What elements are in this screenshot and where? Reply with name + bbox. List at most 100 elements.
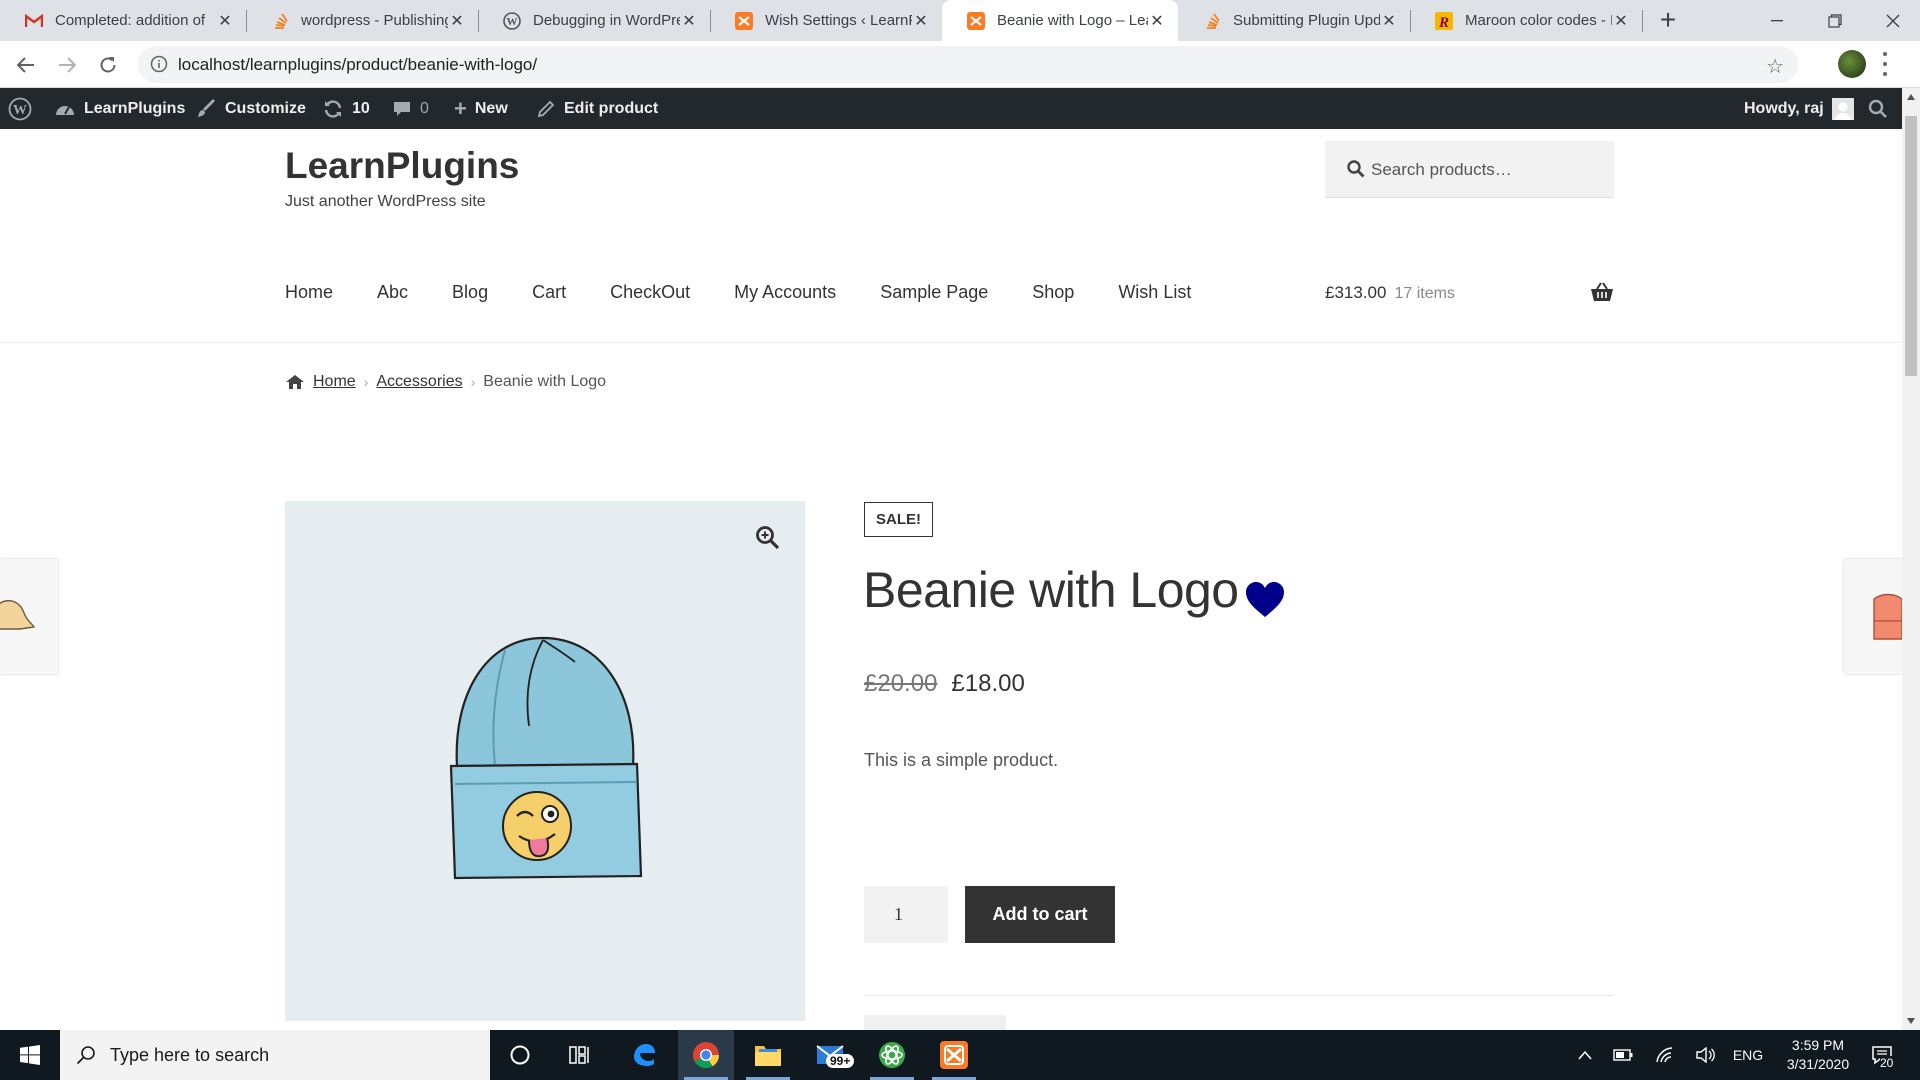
admin-new[interactable]: + New: [454, 88, 508, 129]
task-view-icon[interactable]: [552, 1030, 608, 1080]
show-hidden-icons[interactable]: [1570, 1030, 1600, 1080]
menu-item-sample-page[interactable]: Sample Page: [880, 282, 988, 303]
info-icon[interactable]: [150, 55, 168, 73]
stackoverflow-icon: [270, 11, 290, 31]
cortana-icon[interactable]: [492, 1030, 548, 1080]
menu-item-checkout[interactable]: CheckOut: [610, 282, 690, 303]
profile-avatar[interactable]: [1838, 50, 1866, 78]
restore-button[interactable]: [1806, 0, 1864, 41]
tab-title: wordpress - Publishing: [301, 12, 448, 29]
plus-icon: +: [454, 95, 467, 121]
tab-submitting-plugin[interactable]: Submitting Plugin Upd ✕: [1178, 0, 1410, 41]
browser-tab-strip: Completed: addition of ✕ wordpress - Pub…: [0, 0, 1920, 41]
breadcrumb-category[interactable]: Accessories: [376, 373, 462, 391]
language-indicator[interactable]: ENG: [1724, 1030, 1772, 1080]
xampp-icon[interactable]: [926, 1030, 982, 1080]
admin-comments[interactable]: 0: [392, 88, 429, 129]
admin-customize[interactable]: Customize: [197, 88, 306, 129]
next-product-link[interactable]: [1844, 559, 1902, 674]
wordpress-logo-icon[interactable]: W: [8, 88, 32, 129]
new-tab-button[interactable]: +: [1654, 4, 1682, 36]
scroll-down-arrow[interactable]: [1907, 1018, 1915, 1024]
wifi-icon[interactable]: [1650, 1030, 1680, 1080]
windows-start-icon[interactable]: [0, 1030, 60, 1080]
url-text[interactable]: localhost/learnplugins/product/beanie-wi…: [178, 55, 537, 75]
breadcrumb-current: Beanie with Logo: [483, 373, 607, 390]
reload-button[interactable]: [92, 49, 124, 81]
close-icon[interactable]: ✕: [1380, 11, 1398, 31]
close-icon[interactable]: ✕: [680, 11, 698, 31]
menu-item-my-accounts[interactable]: My Accounts: [734, 282, 836, 303]
system-clock[interactable]: 3:59 PM 3/31/2020: [1770, 1036, 1866, 1074]
product-image[interactable]: [285, 501, 805, 1021]
battery-icon[interactable]: [1608, 1030, 1638, 1080]
zoom-icon[interactable]: [755, 525, 781, 551]
tab-title: Maroon color codes - F: [1465, 12, 1612, 29]
admin-search-icon[interactable]: [1868, 88, 1888, 129]
close-icon[interactable]: ✕: [1148, 11, 1166, 31]
chrome-icon[interactable]: [678, 1030, 734, 1080]
breadcrumb-home[interactable]: Home: [313, 373, 356, 391]
header-divider: [0, 342, 1902, 343]
browser-menu-icon[interactable]: [1883, 52, 1889, 76]
menu-item-blog[interactable]: Blog: [452, 282, 488, 303]
search-input[interactable]: [1371, 141, 1601, 198]
tab-beanie-active[interactable]: Beanie with Logo – Lea ✕: [942, 0, 1178, 41]
scroll-up-arrow[interactable]: [1907, 94, 1915, 100]
wp-admin-bar: W LearnPlugins Customize 10 0 + New Edit…: [0, 88, 1902, 129]
close-icon[interactable]: ✕: [448, 11, 466, 31]
svg-text:W: W: [507, 16, 518, 28]
site-description: Just another WordPress site: [285, 193, 486, 210]
admin-edit-product[interactable]: Edit product: [536, 88, 658, 129]
menu-item-wish-list[interactable]: Wish List: [1118, 282, 1191, 303]
notifications-icon[interactable]: [1862, 1030, 1902, 1080]
close-icon[interactable]: ✕: [216, 11, 234, 31]
close-window-button[interactable]: [1864, 0, 1920, 41]
scroll-thumb[interactable]: [1905, 116, 1917, 376]
admin-site-name[interactable]: LearnPlugins: [54, 88, 185, 129]
wordpress-icon: W: [502, 11, 522, 31]
page-scrollbar[interactable]: [1902, 88, 1920, 1030]
tab-title: Wish Settings ‹ LearnPl: [765, 12, 912, 29]
customize-label: Customize: [225, 99, 306, 117]
address-bar[interactable]: localhost/learnplugins/product/beanie-wi…: [138, 46, 1798, 83]
previous-product-link[interactable]: [0, 559, 58, 674]
forward-button[interactable]: [51, 49, 83, 81]
close-icon[interactable]: ✕: [1612, 11, 1630, 31]
tab-wish-settings[interactable]: Wish Settings ‹ LearnPl ✕: [710, 0, 942, 41]
edge-icon[interactable]: [616, 1030, 672, 1080]
basket-icon[interactable]: [1590, 282, 1614, 302]
product-tab[interactable]: [864, 1015, 1006, 1030]
tab-maroon-color[interactable]: R Maroon color codes - F ✕: [1410, 0, 1642, 41]
back-button[interactable]: [10, 49, 42, 81]
file-explorer-icon[interactable]: [740, 1030, 796, 1080]
menu-item-abc[interactable]: Abc: [377, 282, 408, 303]
admin-updates[interactable]: 10: [322, 88, 370, 129]
tab-title: Completed: addition of: [55, 12, 206, 29]
breadcrumb-separator: ›: [363, 374, 369, 390]
taskbar-search-placeholder: Type here to search: [110, 1044, 270, 1065]
taskbar-search[interactable]: Type here to search: [60, 1030, 490, 1080]
updates-count: 10: [352, 99, 370, 117]
wishlist-heart-icon[interactable]: [1244, 581, 1286, 619]
quantity-input[interactable]: [864, 886, 948, 943]
tab-wordpress-publishing[interactable]: wordpress - Publishing ✕: [246, 0, 478, 41]
svg-text:R: R: [1438, 15, 1449, 30]
tab-gmail[interactable]: Completed: addition of ✕: [0, 0, 246, 41]
svg-text:W: W: [13, 103, 27, 118]
admin-account[interactable]: Howdy, raj: [1744, 88, 1854, 129]
menu-item-shop[interactable]: Shop: [1032, 282, 1074, 303]
r-icon: R: [1434, 11, 1454, 31]
tab-debugging[interactable]: W Debugging in WordPre ✕: [478, 0, 710, 41]
site-title[interactable]: LearnPlugins: [285, 145, 519, 187]
volume-icon[interactable]: [1690, 1030, 1720, 1080]
header-cart[interactable]: £313.00 17 items: [1325, 283, 1455, 303]
menu-item-home[interactable]: Home: [285, 282, 333, 303]
add-to-cart-button[interactable]: Add to cart: [965, 886, 1115, 943]
bookmark-star-icon[interactable]: ☆: [1766, 54, 1784, 79]
atom-icon[interactable]: [864, 1030, 920, 1080]
howdy-label: Howdy, raj: [1744, 99, 1824, 117]
menu-item-cart[interactable]: Cart: [532, 282, 566, 303]
minimize-button[interactable]: [1748, 0, 1806, 41]
close-icon[interactable]: ✕: [912, 11, 930, 31]
